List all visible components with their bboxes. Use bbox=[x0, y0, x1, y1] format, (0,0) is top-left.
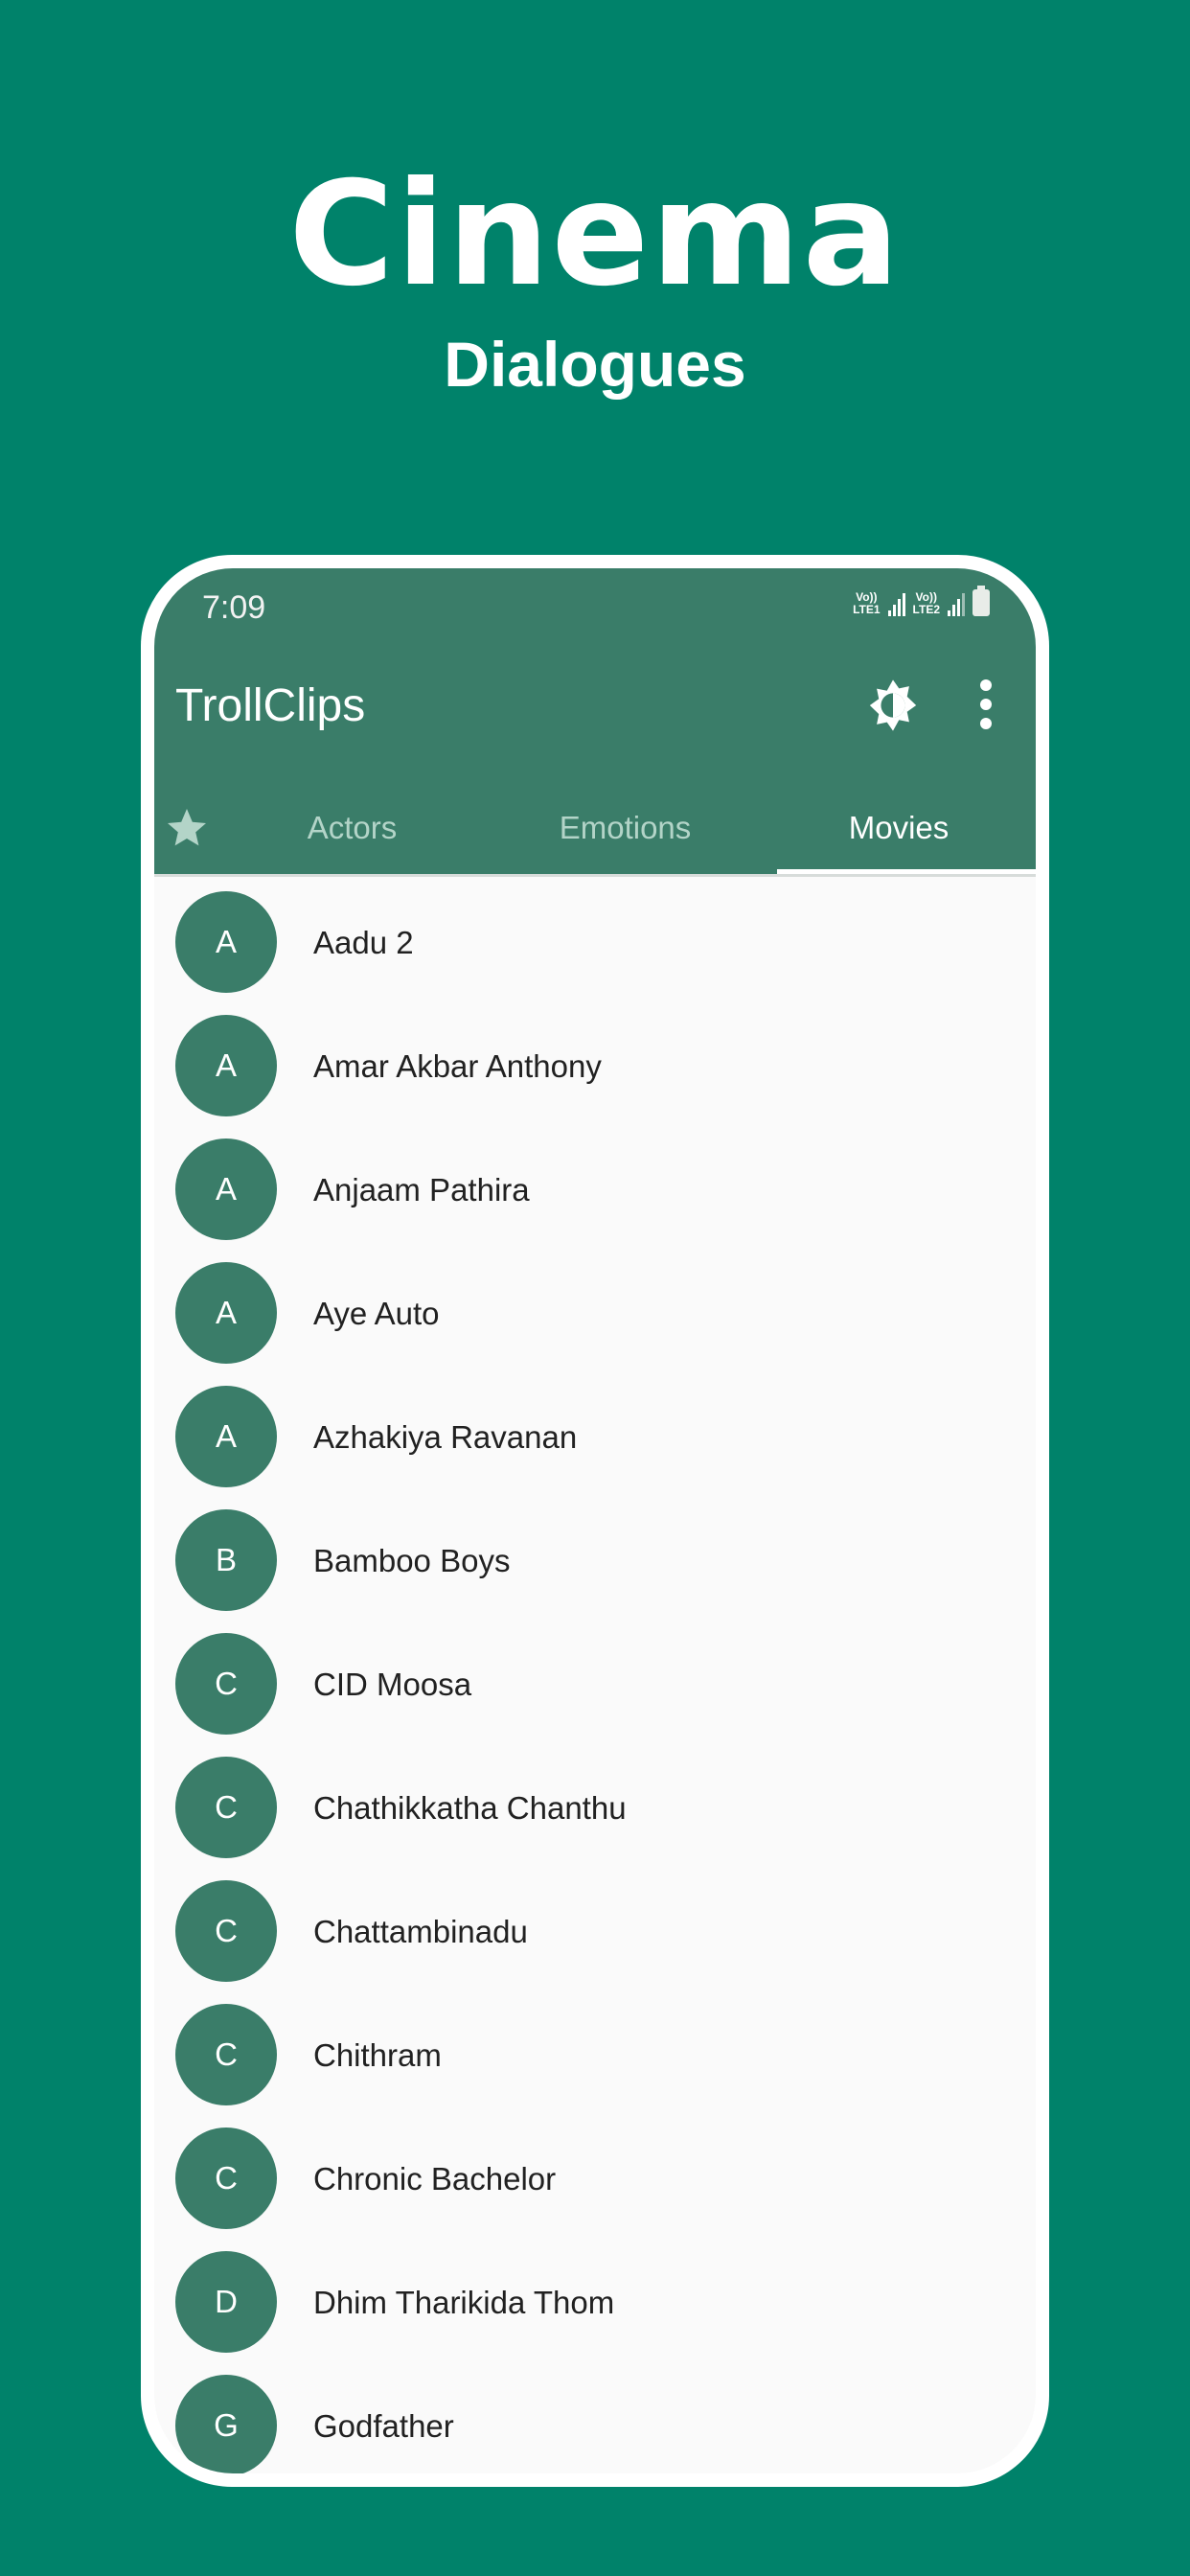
movie-name: Dhim Tharikida Thom bbox=[313, 2284, 615, 2320]
movie-name: Godfather bbox=[313, 2407, 454, 2444]
avatar: C bbox=[175, 2128, 277, 2229]
list-item[interactable]: B Bamboo Boys bbox=[154, 1499, 1036, 1622]
app-bar: 7:09 Vo)) LTE1 Vo)) LTE2 TrollClips Acto… bbox=[154, 568, 1036, 875]
movie-name: Chronic Bachelor bbox=[313, 2160, 557, 2196]
list-item[interactable]: D Dhim Tharikida Thom bbox=[154, 2241, 1036, 2364]
hero-title: Cinema bbox=[288, 151, 902, 318]
volte-lte2-icon: Vo)) LTE2 bbox=[912, 590, 940, 616]
avatar: A bbox=[175, 1015, 277, 1116]
list-item[interactable]: A Aadu 2 bbox=[154, 881, 1036, 1004]
avatar: C bbox=[175, 1757, 277, 1858]
brightness-icon[interactable] bbox=[865, 678, 921, 733]
avatar: A bbox=[175, 891, 277, 993]
movie-name: Azhakiya Ravanan bbox=[313, 1418, 578, 1455]
avatar: A bbox=[175, 1138, 277, 1240]
avatar: C bbox=[175, 1880, 277, 1982]
avatar: G bbox=[175, 2375, 277, 2473]
movie-name: Chathikkatha Chanthu bbox=[313, 1789, 627, 1826]
avatar: B bbox=[175, 1509, 277, 1611]
list-item[interactable]: A Azhakiya Ravanan bbox=[154, 1375, 1036, 1499]
tab-favorites[interactable] bbox=[158, 785, 216, 871]
signal-icon bbox=[887, 591, 905, 616]
list-item[interactable]: C Chithram bbox=[154, 1993, 1036, 2117]
list-item[interactable]: C Chronic Bachelor bbox=[154, 2117, 1036, 2241]
movie-name: Chithram bbox=[313, 2036, 442, 2073]
app-title: TrollClips bbox=[175, 680, 366, 731]
tab-emotions[interactable]: Emotions bbox=[489, 785, 762, 871]
tab-movies[interactable]: Movies bbox=[762, 785, 1036, 871]
signal-icon bbox=[948, 591, 965, 616]
avatar: D bbox=[175, 2251, 277, 2353]
movie-name: Aye Auto bbox=[313, 1295, 440, 1331]
avatar: C bbox=[175, 2004, 277, 2105]
avatar: A bbox=[175, 1386, 277, 1487]
phone-frame: 7:09 Vo)) LTE1 Vo)) LTE2 TrollClips Acto… bbox=[141, 555, 1049, 2487]
movie-name: Chattambinadu bbox=[313, 1913, 528, 1949]
list-item[interactable]: A Anjaam Pathira bbox=[154, 1128, 1036, 1252]
status-time: 7:09 bbox=[202, 589, 266, 626]
movie-name: Anjaam Pathira bbox=[313, 1171, 530, 1208]
app-bar-shadow bbox=[154, 874, 1036, 877]
movie-name: Aadu 2 bbox=[313, 924, 414, 960]
volte-lte1-icon: Vo)) LTE1 bbox=[853, 590, 881, 616]
status-bar: 7:09 Vo)) LTE1 Vo)) LTE2 bbox=[154, 568, 1036, 637]
list-item[interactable]: C Chathikkatha Chanthu bbox=[154, 1746, 1036, 1870]
movie-name: CID Moosa bbox=[313, 1666, 472, 1702]
list-item[interactable]: G Godfather bbox=[154, 2364, 1036, 2473]
phone-screen: 7:09 Vo)) LTE1 Vo)) LTE2 TrollClips Acto… bbox=[154, 568, 1036, 2473]
hero-subtitle: Dialogues bbox=[444, 329, 746, 400]
more-vert-icon[interactable] bbox=[974, 676, 997, 733]
list-item[interactable]: A Amar Akbar Anthony bbox=[154, 1004, 1036, 1128]
list-item[interactable]: C CID Moosa bbox=[154, 1622, 1036, 1746]
list-item[interactable]: C Chattambinadu bbox=[154, 1870, 1036, 1993]
status-icons: Vo)) LTE1 Vo)) LTE2 bbox=[853, 586, 990, 616]
avatar: A bbox=[175, 1262, 277, 1364]
tab-actors[interactable]: Actors bbox=[216, 785, 489, 871]
tab-bar: Actors Emotions Movies bbox=[154, 785, 1036, 875]
list-item[interactable]: A Aye Auto bbox=[154, 1252, 1036, 1375]
movie-name: Amar Akbar Anthony bbox=[313, 1047, 602, 1084]
star-icon bbox=[168, 809, 206, 846]
battery-icon bbox=[973, 586, 990, 616]
avatar: C bbox=[175, 1633, 277, 1735]
movie-name: Bamboo Boys bbox=[313, 1542, 511, 1578]
